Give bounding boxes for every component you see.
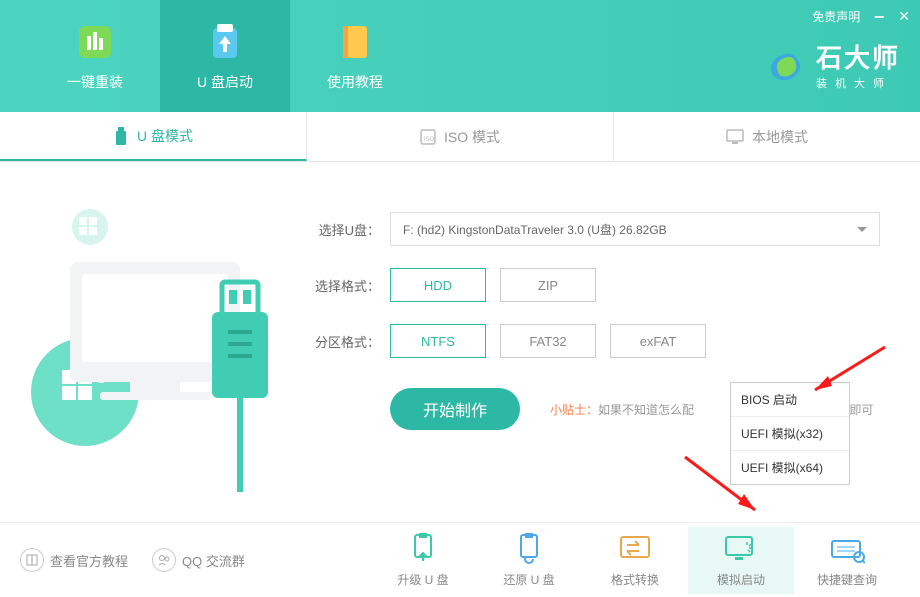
- select-format-label: 选择格式：: [310, 276, 380, 295]
- tool-restore[interactable]: 还原 U 盘: [476, 527, 582, 594]
- popup-bios[interactable]: BIOS 启动: [731, 383, 849, 417]
- partition-fat32-button[interactable]: FAT32: [500, 324, 596, 358]
- select-usb-label: 选择U盘：: [310, 220, 380, 239]
- brand-logo-icon: [764, 44, 806, 86]
- boot-mode-popup: BIOS 启动 UEFI 模拟(x32) UEFI 模拟(x64): [730, 382, 850, 485]
- mode-subtabs: U 盘模式 ISO ISO 模式 本地模式: [0, 112, 920, 162]
- tab-usb-boot[interactable]: U 盘启动: [160, 0, 290, 112]
- partition-format-label: 分区格式：: [310, 332, 380, 351]
- upgrade-icon: [405, 533, 441, 565]
- subtab-iso-label: ISO 模式: [444, 127, 500, 147]
- subtab-iso-mode[interactable]: ISO ISO 模式: [307, 112, 614, 161]
- format-zip-button[interactable]: ZIP: [500, 268, 596, 302]
- usb-dropdown[interactable]: F: (hd2) KingstonDataTraveler 3.0 (U盘) 2…: [390, 212, 880, 246]
- tool-upgrade[interactable]: 升级 U 盘: [370, 527, 476, 594]
- subtab-local-label: 本地模式: [752, 127, 808, 147]
- header-tabs: 一键重装 U 盘启动 使用教程: [0, 0, 420, 112]
- brand-title: 石大师: [816, 38, 900, 75]
- format-hdd-button[interactable]: HDD: [390, 268, 486, 302]
- monitor-icon: [726, 129, 744, 145]
- window-controls: 免责声明 – ✕: [812, 6, 910, 27]
- tab-tutorial[interactable]: 使用教程: [290, 0, 420, 112]
- simulate-icon: [723, 533, 759, 565]
- reinstall-icon: [73, 20, 117, 64]
- subtab-usb-label: U 盘模式: [137, 126, 193, 146]
- minimize-button[interactable]: –: [874, 6, 884, 27]
- usb-boot-icon: [203, 20, 247, 64]
- footer: 查看官方教程 QQ 交流群 升级 U 盘 还原 U 盘 格式转换 模拟启动 快捷…: [0, 522, 920, 597]
- book-icon: [20, 548, 44, 572]
- brand: 石大师 装机大师: [764, 38, 900, 91]
- close-button[interactable]: ✕: [898, 8, 910, 25]
- usb-dropdown-value: F: (hd2) KingstonDataTraveler 3.0 (U盘) 2…: [403, 221, 667, 238]
- popup-uefi32[interactable]: UEFI 模拟(x32): [731, 417, 849, 451]
- convert-icon: [617, 533, 653, 565]
- main-content: 选择U盘： F: (hd2) KingstonDataTraveler 3.0 …: [0, 162, 920, 522]
- tool-simulate[interactable]: 模拟启动: [688, 527, 794, 594]
- app-header: 一键重装 U 盘启动 使用教程 石大师 装机大师 免责声明 – ✕: [0, 0, 920, 112]
- iso-icon: ISO: [420, 129, 436, 145]
- tab-tutorial-label: 使用教程: [327, 72, 383, 92]
- subtab-local-mode[interactable]: 本地模式: [614, 112, 920, 161]
- official-tutorial-link[interactable]: 查看官方教程: [20, 548, 128, 572]
- illustration: [0, 182, 300, 522]
- tool-hotkey[interactable]: 快捷键查询: [794, 527, 900, 594]
- svg-text:ISO: ISO: [424, 137, 435, 143]
- tool-buttons: 升级 U 盘 还原 U 盘 格式转换 模拟启动 快捷键查询: [370, 527, 900, 594]
- subtab-usb-mode[interactable]: U 盘模式: [0, 112, 307, 161]
- tip-label: 小贴士：: [550, 403, 598, 417]
- tutorial-icon: [333, 20, 377, 64]
- tab-reinstall-label: 一键重装: [67, 72, 123, 92]
- qq-group-link[interactable]: QQ 交流群: [152, 548, 245, 572]
- partition-exfat-button[interactable]: exFAT: [610, 324, 706, 358]
- brand-subtitle: 装机大师: [816, 75, 900, 91]
- partition-ntfs-button[interactable]: NTFS: [390, 324, 486, 358]
- start-button[interactable]: 开始制作: [390, 388, 520, 430]
- people-icon: [152, 548, 176, 572]
- popup-uefi64[interactable]: UEFI 模拟(x64): [731, 451, 849, 484]
- tool-convert[interactable]: 格式转换: [582, 527, 688, 594]
- tab-reinstall[interactable]: 一键重装: [30, 0, 160, 112]
- disclaimer-link[interactable]: 免责声明: [812, 8, 860, 25]
- restore-icon: [511, 533, 547, 565]
- usb-icon: [113, 127, 129, 145]
- hotkey-icon: [829, 533, 865, 565]
- tab-usb-boot-label: U 盘启动: [197, 72, 253, 92]
